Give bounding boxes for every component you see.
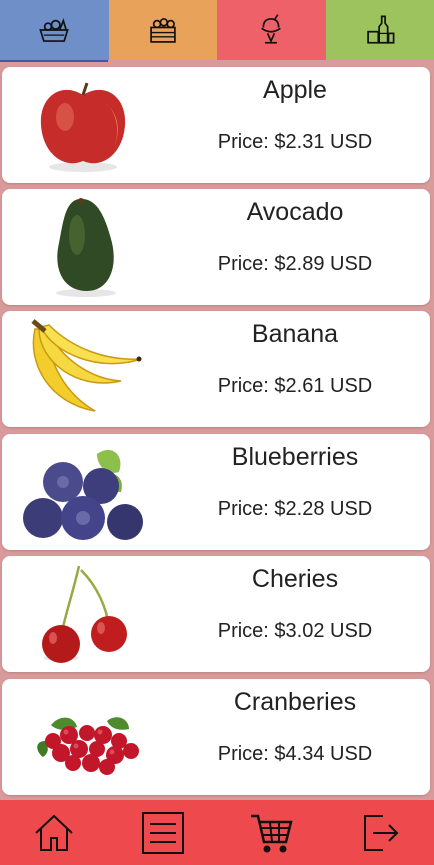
bottom-navigation bbox=[0, 800, 434, 865]
logout-icon bbox=[363, 814, 399, 851]
product-price: Price: $4.34 USD bbox=[217, 743, 373, 765]
blueberries-image bbox=[16, 438, 156, 546]
home-icon bbox=[35, 814, 73, 851]
crate-icon bbox=[150, 18, 176, 43]
product-list[interactable]: Apple Price: $2.31 USD Avocado Price: $2… bbox=[0, 62, 434, 800]
cart-button[interactable] bbox=[217, 800, 326, 865]
avocado-image bbox=[16, 193, 156, 301]
product-name: Banana bbox=[251, 320, 339, 348]
tab-drinks[interactable] bbox=[325, 0, 434, 60]
product-name: Apple bbox=[263, 76, 327, 104]
product-card[interactable]: Banana Price: $2.61 USD bbox=[2, 311, 430, 427]
tab-fruits[interactable] bbox=[0, 0, 109, 60]
product-card[interactable]: Avocado Price: $2.89 USD bbox=[2, 189, 430, 305]
product-card[interactable]: Apple Price: $2.31 USD bbox=[2, 67, 430, 183]
ice-cream-icon bbox=[261, 14, 282, 44]
product-price: Price: $2.31 USD bbox=[217, 131, 373, 153]
tab-bakery[interactable] bbox=[108, 0, 217, 60]
apple-image bbox=[16, 71, 156, 179]
list-icon bbox=[141, 811, 184, 854]
product-card[interactable]: Cranberies Price: $4.34 USD bbox=[2, 679, 430, 795]
product-name: Avocado bbox=[246, 198, 344, 226]
banana-image bbox=[16, 315, 156, 423]
product-price: Price: $2.61 USD bbox=[217, 375, 373, 397]
category-tabs bbox=[0, 0, 434, 60]
product-name: Cranberies bbox=[233, 688, 357, 716]
tab-desserts[interactable] bbox=[217, 0, 326, 60]
cart-icon bbox=[251, 814, 293, 852]
bottles-icon bbox=[367, 15, 395, 44]
logout-button[interactable] bbox=[326, 800, 434, 865]
product-card[interactable]: Cheries Price: $3.02 USD bbox=[2, 556, 430, 672]
cranberries-image bbox=[16, 683, 156, 791]
list-button[interactable] bbox=[109, 800, 218, 865]
product-price: Price: $2.28 USD bbox=[217, 498, 373, 520]
product-price: Price: $3.02 USD bbox=[217, 620, 373, 642]
product-price: Price: $2.89 USD bbox=[217, 253, 373, 275]
product-name: Cheries bbox=[251, 565, 339, 593]
product-card[interactable]: Blueberries Price: $2.28 USD bbox=[2, 434, 430, 550]
product-name: Blueberries bbox=[231, 443, 359, 471]
home-button[interactable] bbox=[0, 800, 109, 865]
fruit-basket-icon bbox=[39, 18, 70, 42]
cherries-image bbox=[16, 560, 156, 668]
